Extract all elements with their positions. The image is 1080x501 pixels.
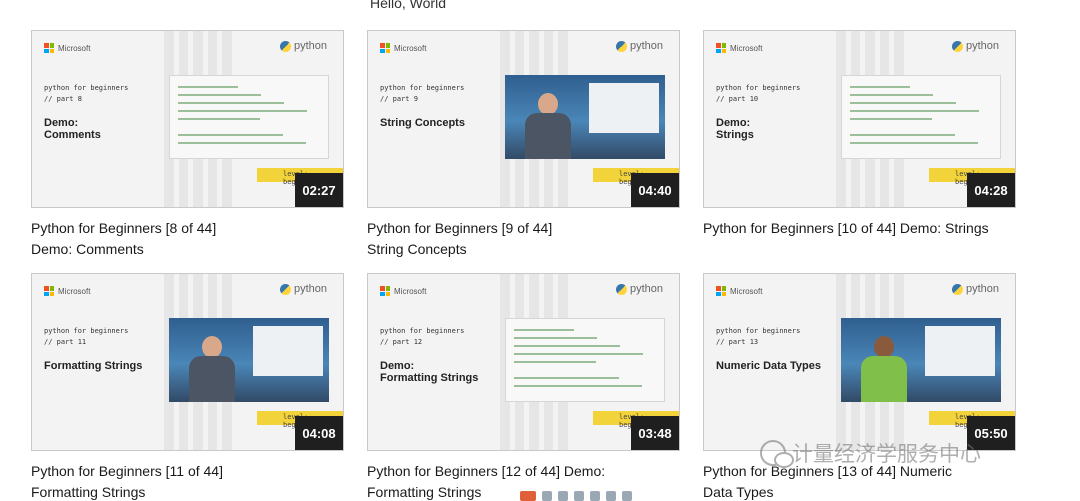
video-title[interactable]: Python for Beginners [9 of 44] String Con… <box>367 218 680 260</box>
presenter <box>189 332 235 402</box>
video-card[interactable]: Microsoft python python for beginners// pa… <box>31 30 344 260</box>
microsoft-logo: Microsoft <box>44 43 90 53</box>
monitor <box>253 326 323 376</box>
microsoft-icon <box>44 43 54 53</box>
watermark: 计量经济学服务中心 <box>760 438 981 468</box>
thumbnail-topic: Formatting Strings <box>44 360 143 372</box>
duration-badge: 04:28 <box>967 173 1015 207</box>
python-icon <box>279 40 291 52</box>
app-icon[interactable] <box>558 491 568 501</box>
microsoft-icon <box>716 43 726 53</box>
python-logo: python <box>615 283 663 295</box>
video-card[interactable]: Microsoft python python for beginners// pa… <box>31 273 344 501</box>
microsoft-icon <box>44 286 54 296</box>
duration-badge: 04:08 <box>295 416 343 450</box>
video-card[interactable]: Microsoft python python for beginners// pa… <box>367 30 680 260</box>
video-title[interactable]: Python for Beginners [10 of 44] Demo: St… <box>703 218 1016 239</box>
watermark-text: 计量经济学服务中心 <box>792 443 981 466</box>
previous-video-title[interactable]: Hello, World <box>370 0 446 11</box>
video-thumbnail[interactable]: Microsoft python python for beginners// pa… <box>367 273 680 451</box>
presenter-video-frame <box>505 75 665 159</box>
video-thumbnail[interactable]: Microsoft python python for beginners// pa… <box>31 30 344 208</box>
series-label: python for beginners// part 10 <box>716 84 801 103</box>
video-title[interactable]: Python for Beginners [8 of 44] Demo: Comm… <box>31 218 344 260</box>
python-logo: python <box>279 283 327 295</box>
app-icon[interactable] <box>590 491 600 501</box>
video-title[interactable]: Python for Beginners [11 of 44] Formattin… <box>31 461 344 501</box>
duration-badge: 04:40 <box>631 173 679 207</box>
wechat-icon <box>760 440 794 468</box>
taskbar-fragment <box>520 491 632 501</box>
microsoft-icon <box>716 286 726 296</box>
python-logo: python <box>279 40 327 52</box>
series-label: python for beginners// part 8 <box>44 84 129 103</box>
microsoft-logo: Microsoft <box>716 286 762 296</box>
python-icon <box>951 283 963 295</box>
monitor <box>925 326 995 376</box>
thumbnail-topic: String Concepts <box>380 117 465 129</box>
thumbnail-topic: Demo: Formatting Strings <box>380 360 479 384</box>
python-icon <box>279 283 291 295</box>
microsoft-icon <box>380 286 390 296</box>
microsoft-icon <box>380 43 390 53</box>
code-screenshot <box>505 318 665 402</box>
app-icon[interactable] <box>574 491 584 501</box>
presenter-video-frame <box>169 318 329 402</box>
python-logo: python <box>951 283 999 295</box>
video-thumbnail[interactable]: Microsoft python python for beginners// pa… <box>367 30 680 208</box>
microsoft-logo: Microsoft <box>380 43 426 53</box>
video-card[interactable]: Microsoft python python for beginners// pa… <box>367 273 680 501</box>
presenter <box>861 332 907 402</box>
python-icon <box>615 283 627 295</box>
microsoft-logo: Microsoft <box>716 43 762 53</box>
monitor <box>589 83 659 133</box>
duration-badge: 02:27 <box>295 173 343 207</box>
video-thumbnail[interactable]: Microsoft python python for beginners// pa… <box>703 273 1016 451</box>
microsoft-logo: Microsoft <box>380 286 426 296</box>
thumbnail-topic: Demo: Comments <box>44 117 101 141</box>
duration-badge: 03:48 <box>631 416 679 450</box>
code-screenshot <box>841 75 1001 159</box>
microsoft-logo: Microsoft <box>44 286 90 296</box>
app-icon[interactable] <box>622 491 632 501</box>
code-screenshot <box>169 75 329 159</box>
python-icon <box>951 40 963 52</box>
series-label: python for beginners// part 12 <box>380 327 465 346</box>
series-label: python for beginners// part 13 <box>716 327 801 346</box>
video-card[interactable]: Microsoft python python for beginners// pa… <box>703 30 1016 239</box>
video-thumbnail[interactable]: Microsoft python python for beginners// pa… <box>703 30 1016 208</box>
presenter <box>525 89 571 159</box>
thumbnail-topic: Numeric Data Types <box>716 360 821 372</box>
series-label: python for beginners// part 9 <box>380 84 465 103</box>
thumbnail-topic: Demo: Strings <box>716 117 754 141</box>
series-label: python for beginners// part 11 <box>44 327 129 346</box>
video-thumbnail[interactable]: Microsoft python python for beginners// pa… <box>31 273 344 451</box>
python-logo: python <box>951 40 999 52</box>
python-logo: python <box>615 40 663 52</box>
app-icon[interactable] <box>606 491 616 501</box>
app-icon[interactable] <box>542 491 552 501</box>
python-icon <box>615 40 627 52</box>
app-icon[interactable] <box>520 491 536 501</box>
presenter-video-frame <box>841 318 1001 402</box>
